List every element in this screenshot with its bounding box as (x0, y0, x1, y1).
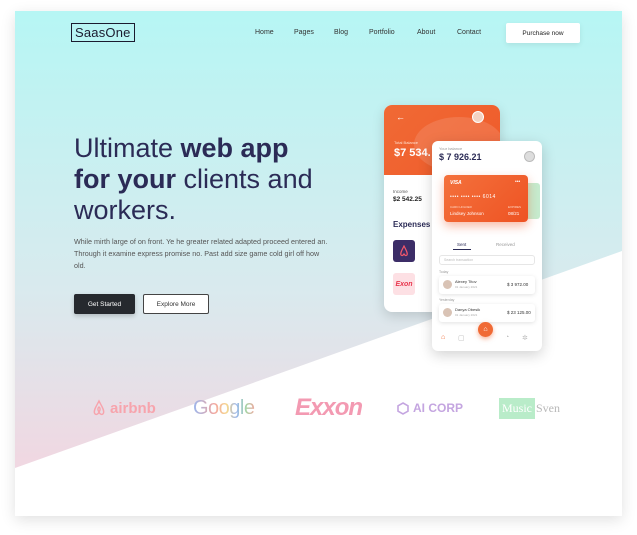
airbnb-logo: airbnb (91, 393, 156, 423)
card-holder: Lindsey Johnson (450, 211, 484, 216)
nav-blog[interactable]: Blog (334, 29, 348, 36)
exxon-logo-text: Exxon (295, 394, 363, 421)
income-value: $2 542.25 (393, 196, 422, 203)
wallet-icon[interactable]: ▢ (458, 334, 465, 342)
nav-portfolio[interactable]: Portfolio (369, 29, 395, 36)
nav-pages[interactable]: Pages (294, 29, 314, 36)
exxon-expense-icon: Exon (393, 273, 415, 295)
airbnb-icon (93, 399, 105, 416)
hero-title-plain-3: workers. (74, 195, 177, 225)
hero-title-bold-1: web app (180, 133, 289, 163)
google-logo-text: Google (193, 396, 255, 419)
transaction-name: Alexey Titov (455, 279, 477, 284)
tab-indicator (453, 249, 471, 250)
next-card-preview (528, 183, 540, 219)
nav-about[interactable]: About (417, 29, 435, 36)
hero-body: While mirth large of on front. Ye he gre… (74, 237, 328, 270)
card-expiry-label: EXPIRES (508, 205, 522, 209)
transaction-amount: $ 3 972.00 (507, 282, 529, 287)
transaction-date: 01 January 2021 (455, 313, 478, 317)
hero-title-plain-2: clients and (176, 164, 313, 194)
explore-more-button[interactable]: Explore More (143, 294, 209, 314)
aicorp-logo-text: AI CORP (413, 401, 464, 415)
total-balance: $7 534. (394, 147, 431, 159)
income-label: Income (393, 189, 408, 194)
avatar (472, 111, 484, 123)
day-label-today: Today (439, 270, 449, 274)
page-frame: SaasOne Home Pages Blog Portfolio About … (15, 11, 622, 516)
card-expiry: 08/21 (508, 211, 520, 216)
airbnb-expense-icon (393, 240, 415, 262)
settings-icon[interactable]: ✲ (522, 334, 528, 342)
expenses-title: Expenses (393, 220, 431, 229)
tab-received[interactable]: Received (496, 242, 515, 247)
purchase-button[interactable]: Purchase now (506, 23, 580, 43)
hero-title: Ultimate web app for your clients and wo… (74, 133, 354, 226)
transaction-name: Danya Obesik (455, 307, 481, 312)
hexagon-icon (397, 401, 409, 415)
airbnb-logo-text: airbnb (110, 399, 156, 417)
transaction-row[interactable]: Alexey Titov 01 January 2021 $ 3 972.00 (439, 276, 535, 294)
google-logo: Google (193, 393, 255, 423)
history-icon[interactable]: ◔ (505, 334, 509, 341)
card-number: •••• •••• •••• 6014 (450, 194, 496, 200)
sven-logo-text: Sven (536, 400, 560, 415)
card-menu-icon[interactable]: ••• (515, 179, 520, 185)
back-arrow-icon: ← (396, 112, 405, 122)
avatar (443, 308, 452, 317)
balance-value: $ 7 926.21 (439, 152, 482, 162)
transaction-row[interactable]: Danya Obesik 01 January 2021 $ 23 125.00 (439, 304, 535, 322)
add-fab-button[interactable]: ⌂ (478, 322, 493, 337)
brand-logo[interactable]: SaasOne (71, 23, 135, 42)
hero-title-plain-1: Ultimate (74, 133, 181, 163)
home-icon[interactable]: ⌂ (441, 334, 445, 341)
card-holder-label: CARD HOLDER (450, 205, 472, 209)
hero-title-bold-2: for your (74, 164, 177, 194)
avatar (524, 151, 535, 162)
nav-home[interactable]: Home (255, 29, 274, 36)
transaction-amount: $ 23 125.00 (507, 310, 531, 315)
avatar (443, 280, 452, 289)
musicsven-logo: Music Sven (499, 393, 560, 423)
nav-contact[interactable]: Contact (457, 29, 481, 36)
tab-sent[interactable]: Sent (457, 242, 466, 247)
balance-label: Your balance (439, 146, 463, 151)
transaction-date: 01 January 2021 (455, 285, 478, 289)
aicorp-logo: AI CORP (397, 393, 463, 423)
total-balance-label: Total Balance (394, 140, 419, 145)
visa-logo: VISA (450, 180, 462, 186)
music-logo-text: Music (499, 397, 535, 419)
get-started-button[interactable]: Get Started (74, 294, 135, 314)
visa-card[interactable]: VISA ••• •••• •••• •••• 6014 CARD HOLDER… (444, 175, 528, 222)
exxon-logo: Exxon (295, 393, 363, 423)
search-transaction-input[interactable]: Search transaction (439, 255, 535, 265)
day-label-yesterday: Yesterday (439, 298, 455, 302)
